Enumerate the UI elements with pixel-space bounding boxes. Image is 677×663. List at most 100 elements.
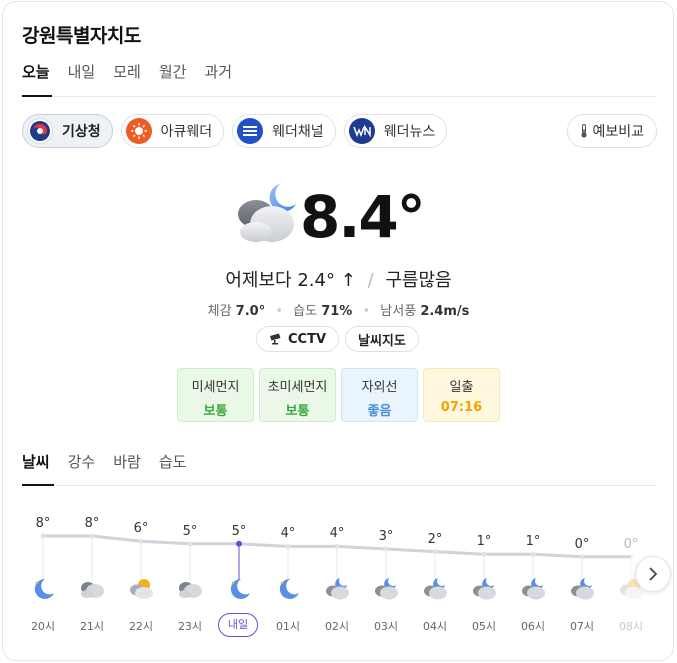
tab-precipitation[interactable]: 강수 <box>68 450 96 486</box>
tabs-divider <box>22 485 657 486</box>
feels-value: 7.0° <box>235 304 266 319</box>
cloudy-night-icon <box>470 576 498 600</box>
air-label: 자외선 <box>361 380 398 395</box>
forecast-sources: 기상청 아큐웨더 웨더채널 웨더뉴스 <box>22 114 455 148</box>
hour-temperature: 4° <box>280 526 296 542</box>
up-arrow-icon: ↑ <box>340 270 356 291</box>
hour-item[interactable]: 1° 06시 <box>513 500 553 650</box>
cloudy-night-icon <box>421 576 449 600</box>
cloudy-icon <box>176 576 204 600</box>
moon-icon <box>274 576 302 600</box>
weathernews-logo-icon <box>348 118 375 144</box>
cctv-label: CCTV <box>288 331 327 347</box>
kma-logo-icon <box>27 118 53 144</box>
ultrafine-dust-box[interactable]: 초미세먼지 보통 <box>259 368 336 422</box>
tab-day-after[interactable]: 모레 <box>113 60 141 96</box>
source-weather-channel-button[interactable]: 웨더채널 <box>232 114 336 148</box>
weather-map-button[interactable]: 날씨지도 <box>345 326 419 352</box>
uv-box[interactable]: 자외선 좋음 <box>341 368 418 422</box>
air-value: 보통 <box>285 404 310 419</box>
hour-time: 07시 <box>569 620 595 633</box>
wind-label: 남서풍 <box>380 304 417 319</box>
hour-time: 06시 <box>520 620 546 633</box>
hour-item[interactable]: 2° 04시 <box>415 500 455 650</box>
hour-item[interactable]: 4° 02시 <box>317 500 357 650</box>
hour-time: 22시 <box>128 620 154 633</box>
hour-item[interactable]: 6° 22시 <box>121 500 161 650</box>
partly-cloudy-icon <box>127 576 155 600</box>
hour-time: 05시 <box>471 620 497 633</box>
air-value: 보통 <box>203 404 228 419</box>
hour-time: 23시 <box>177 620 203 633</box>
tab-wind[interactable]: 바람 <box>113 450 141 486</box>
chart-tabs: 날씨 강수 바람 습도 <box>22 450 204 486</box>
temp-delta: 2.4° <box>297 270 335 291</box>
source-weathernews-button[interactable]: 웨더뉴스 <box>343 114 448 148</box>
source-label: 웨더뉴스 <box>383 124 436 140</box>
source-accuweather-button[interactable]: 아큐웨더 <box>120 114 225 148</box>
tab-humidity[interactable]: 습도 <box>159 450 187 486</box>
dot-separator: • <box>362 304 371 319</box>
hourly-forecast: 8° 20시 8° 21시 6° 22시 5° 23시 5° 내일 4° 01시 4° 02시 3° 03시 2… <box>0 500 677 650</box>
sunrise-box[interactable]: 일출 07:16 <box>423 368 500 422</box>
source-label: 아큐웨더 <box>160 124 213 140</box>
hour-time: 01시 <box>275 620 301 633</box>
cloudy-night-icon <box>372 576 400 600</box>
wind-value: 2.4m/s <box>420 304 470 319</box>
hour-temperature: 0° <box>623 536 639 552</box>
tab-weather[interactable]: 날씨 <box>22 450 50 486</box>
tabs-divider <box>22 96 657 97</box>
dot-separator: • <box>275 304 284 319</box>
hour-temperature: 5° <box>182 523 198 539</box>
accuweather-logo-icon <box>125 118 152 144</box>
hour-time: 21시 <box>79 620 105 633</box>
fine-dust-box[interactable]: 미세먼지 보통 <box>177 368 254 422</box>
hour-item[interactable]: 3° 03시 <box>366 500 406 650</box>
separator: / <box>367 270 374 291</box>
weather-map-label: 날씨지도 <box>358 333 406 349</box>
humidity-label: 습도 <box>293 304 318 319</box>
hour-temperature: 1° <box>476 534 492 550</box>
chevron-right-icon <box>648 567 658 581</box>
source-label: 기상청 <box>62 124 101 140</box>
active-tab-indicator <box>22 484 54 486</box>
tab-tomorrow[interactable]: 내일 <box>68 60 96 96</box>
next-button[interactable] <box>635 556 671 592</box>
source-kma-button[interactable]: 기상청 <box>22 114 113 148</box>
hour-temperature: 0° <box>574 536 590 552</box>
region-title: 강원특별자치도 <box>22 25 141 47</box>
cloudy-night-icon <box>323 576 351 600</box>
current-temperature: 8.4° <box>300 183 426 251</box>
quick-links: CCTV 날씨지도 <box>256 326 425 352</box>
thermometer-icon <box>580 124 588 138</box>
hour-item[interactable]: 4° 01시 <box>268 500 308 650</box>
air-label: 일출 <box>449 380 474 395</box>
tab-monthly[interactable]: 월간 <box>159 60 187 96</box>
forecast-compare-button[interactable]: 예보비교 <box>567 114 657 148</box>
tab-past[interactable]: 과거 <box>204 60 232 96</box>
hour-time: 03시 <box>373 620 399 633</box>
moon-icon <box>29 576 57 600</box>
condition-text: 구름많음 <box>385 270 452 291</box>
cloudy-night-icon <box>519 576 547 600</box>
hour-time: 02시 <box>324 620 350 633</box>
weather-channel-logo-icon <box>237 118 264 144</box>
cctv-icon <box>269 333 283 345</box>
air-value: 07:16 <box>440 400 483 415</box>
cloudy-night-icon <box>232 178 304 250</box>
tab-today[interactable]: 오늘 <box>22 60 50 96</box>
hour-item[interactable]: 0° 07시 <box>562 500 602 650</box>
cctv-button[interactable]: CCTV <box>256 326 340 352</box>
compare-text: 어제보다 <box>225 270 292 291</box>
hour-temperature: 5° <box>231 523 247 539</box>
hour-item[interactable]: 1° 05시 <box>464 500 504 650</box>
moon-icon <box>225 576 253 600</box>
hour-item[interactable]: 8° 21시 <box>72 500 112 650</box>
weather-details: 체감 7.0° • 습도 71% • 남서풍 2.4m/s <box>0 300 677 319</box>
humidity-value: 71% <box>321 304 353 319</box>
hour-item[interactable]: 8° 20시 <box>23 500 63 650</box>
hour-item[interactable]: 5° 23시 <box>170 500 210 650</box>
hour-temperature: 8° <box>35 516 51 531</box>
air-label: 미세먼지 <box>191 380 240 395</box>
hour-item[interactable]: 5° 내일 <box>218 500 259 650</box>
